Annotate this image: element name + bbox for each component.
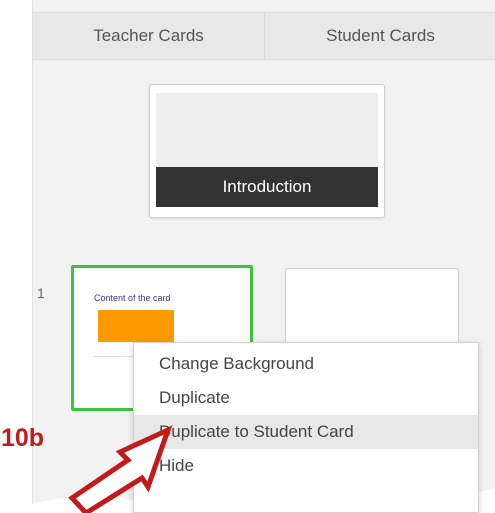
tab-student-cards[interactable]: Student Cards xyxy=(264,13,495,59)
introduction-card-title: Introduction xyxy=(156,167,378,207)
context-menu: Change Background Duplicate Duplicate to… xyxy=(133,342,479,513)
menu-item-change-background[interactable]: Change Background xyxy=(134,347,478,381)
menu-item-duplicate[interactable]: Duplicate xyxy=(134,381,478,415)
content-card-orange-block xyxy=(98,310,174,342)
menu-item-duplicate-to-student-card[interactable]: Duplicate to Student Card xyxy=(134,415,478,449)
introduction-card[interactable]: Introduction xyxy=(149,84,385,218)
card-row-number: 1 xyxy=(37,285,45,301)
card-tabs: Teacher Cards Student Cards xyxy=(33,12,495,60)
page: Teacher Cards Student Cards Introduction… xyxy=(0,0,495,513)
menu-item-hide[interactable]: Hide xyxy=(134,449,478,483)
content-card-title: Content of the card xyxy=(94,293,171,303)
introduction-card-thumbnail xyxy=(156,93,378,167)
tab-teacher-cards[interactable]: Teacher Cards xyxy=(33,13,264,59)
annotation-step-label: 10b xyxy=(1,424,45,452)
